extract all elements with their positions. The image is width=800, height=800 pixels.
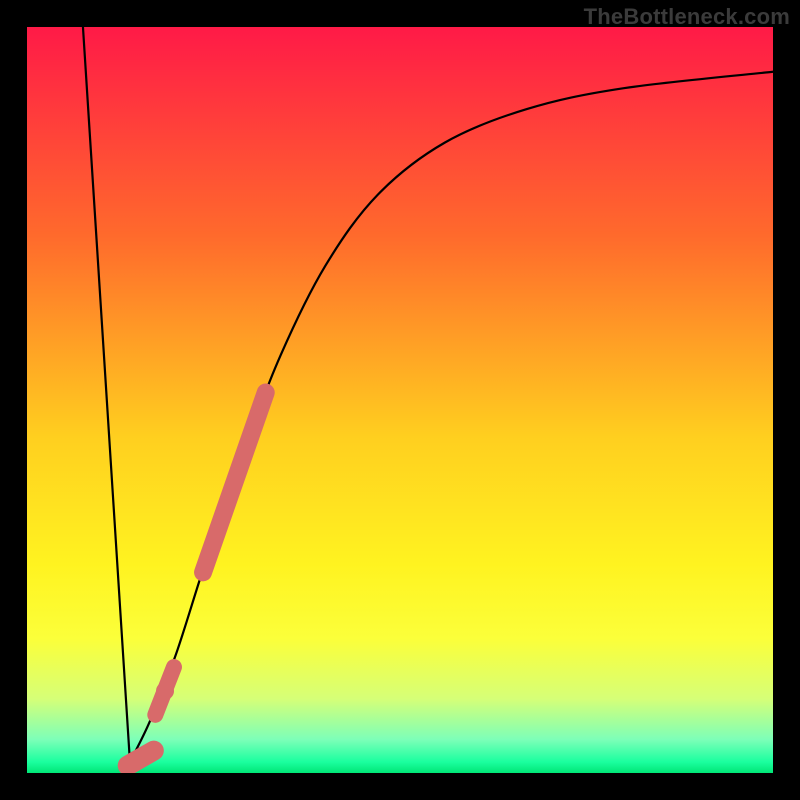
watermark-text: TheBottleneck.com (584, 4, 790, 30)
plot-area (27, 27, 773, 773)
gradient-background (27, 27, 773, 773)
chart-svg (27, 27, 773, 773)
outer-frame: TheBottleneck.com (0, 0, 800, 800)
